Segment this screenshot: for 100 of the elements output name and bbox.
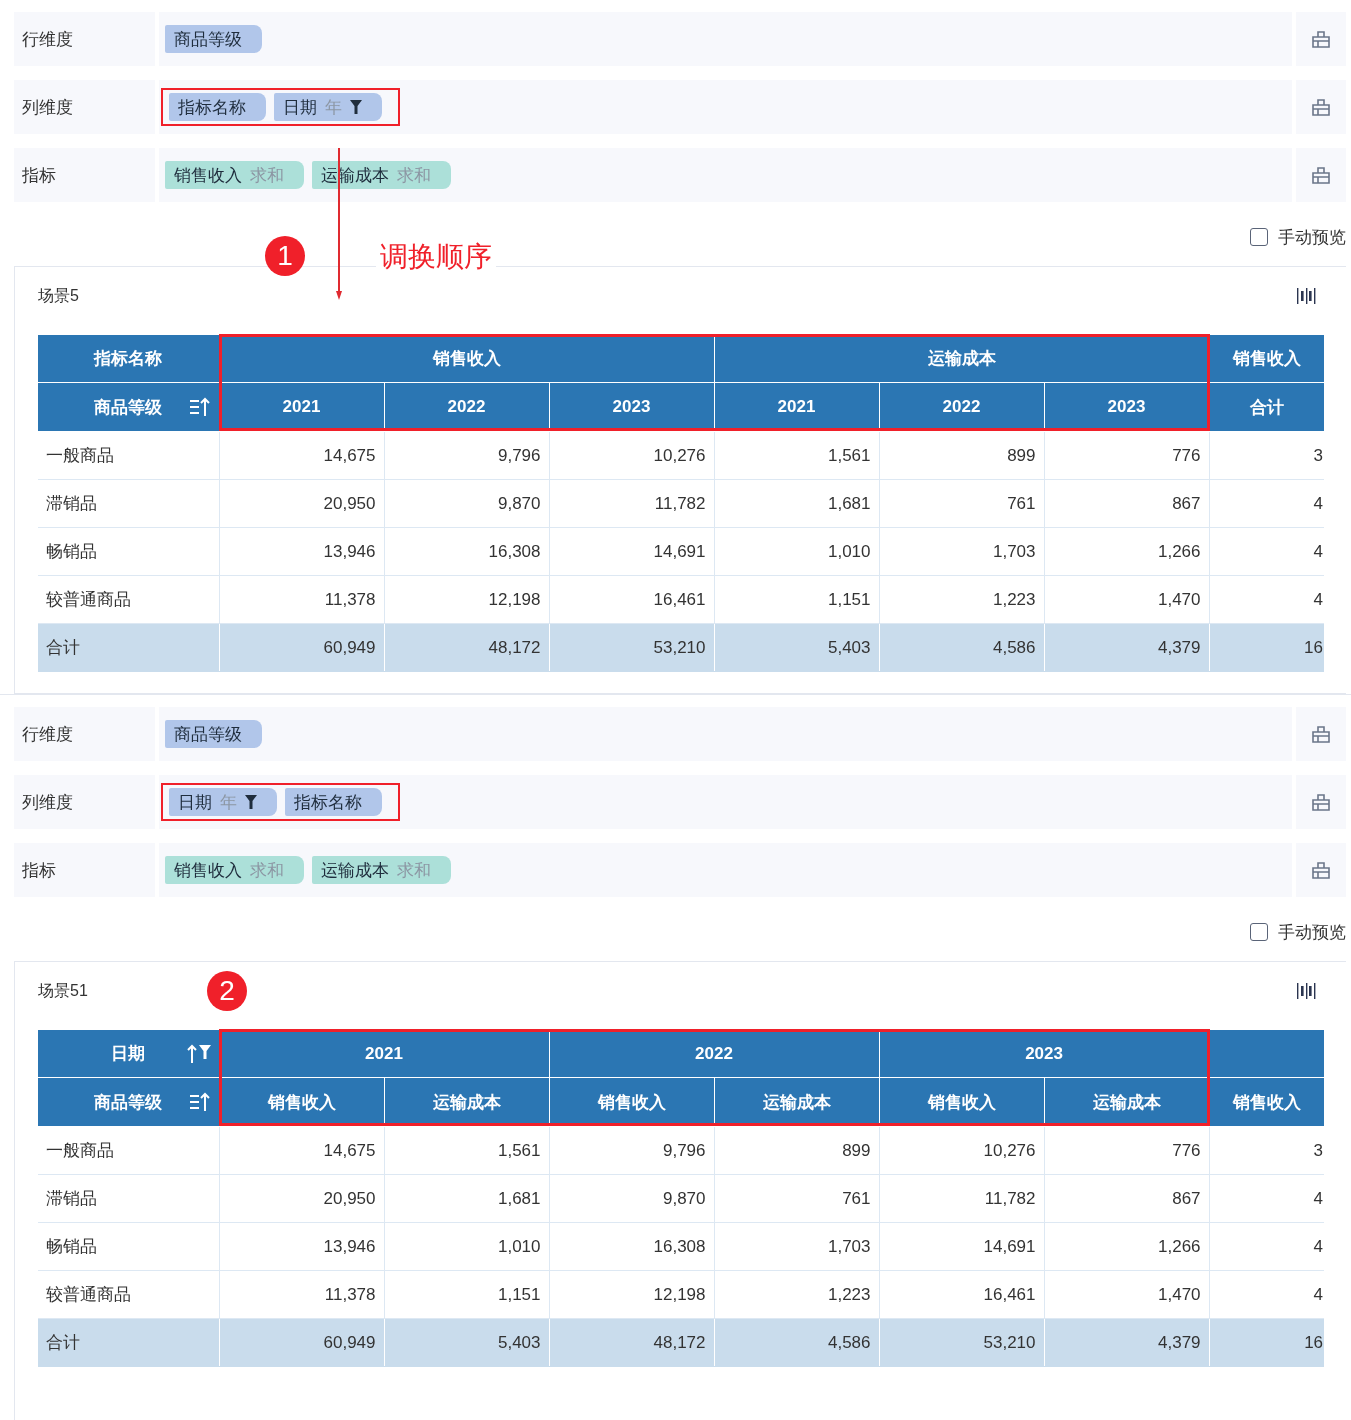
checkbox-label[interactable]: 手动预览 (1278, 225, 1346, 249)
table-cell: 16,461 (879, 1270, 1045, 1319)
table-cell: 761 (879, 479, 1044, 528)
field-chip[interactable]: 商品等级 (165, 720, 262, 748)
box-icon[interactable] (1311, 860, 1331, 880)
table-cell: 14,675 (219, 431, 384, 480)
table-cell: 13,946 (219, 527, 384, 576)
filter-icon[interactable] (245, 795, 257, 809)
sort-icon[interactable] (188, 1092, 211, 1112)
field-chip[interactable]: 销售收入 求和 (165, 161, 304, 189)
row-label: 滞销品 (38, 479, 219, 528)
total-cell: 16 (1209, 1318, 1325, 1367)
table-cell: 12,198 (549, 1270, 714, 1319)
table-cell: 9,870 (549, 1174, 714, 1223)
column-header: 销售收入 (219, 335, 714, 383)
table-cell: 20,950 (219, 479, 384, 528)
row-label: 行维度 (22, 28, 73, 51)
field-chip[interactable]: 商品等级 (165, 25, 262, 53)
total-cell: 16 (1209, 623, 1324, 672)
field-chip[interactable]: 指标名称 (169, 93, 266, 121)
column-header: 2023 (879, 1030, 1210, 1078)
row-label: 一般商品 (38, 431, 219, 480)
table-cell: 776 (1044, 1126, 1210, 1175)
field-chip[interactable]: 日期 年 (274, 93, 382, 121)
table-cell: 13,946 (219, 1222, 384, 1271)
table-cell: 1,681 (384, 1174, 549, 1223)
box-icon[interactable] (1311, 724, 1331, 744)
total-cell: 5,403 (714, 623, 879, 672)
checkbox[interactable] (1250, 923, 1268, 941)
box-icon[interactable] (1311, 792, 1331, 812)
sort-icon[interactable] (186, 1043, 197, 1064)
table-cell: 9,796 (549, 1126, 714, 1175)
table-cell: 1,151 (714, 575, 879, 624)
table-cell: 9,796 (384, 431, 549, 480)
column-header: 销售收入 (1209, 335, 1324, 383)
table-cell: 1,151 (384, 1270, 549, 1319)
field-chip[interactable]: 运输成本 求和 (312, 856, 451, 884)
table-cell: 899 (714, 1126, 880, 1175)
column-header: 销售收入 (1209, 1077, 1325, 1127)
table-cell: 16,308 (549, 1222, 714, 1271)
row-label: 指标 (22, 164, 56, 187)
table-cell: 1,010 (384, 1222, 549, 1271)
table-cell: 867 (1044, 479, 1209, 528)
total-cell: 48,172 (549, 1318, 714, 1367)
box-icon[interactable] (1311, 97, 1331, 117)
table-cell: 1,681 (714, 479, 879, 528)
row-label: 指标 (22, 859, 56, 882)
total-cell: 53,210 (879, 1318, 1045, 1367)
header-label: 商品等级 (94, 396, 163, 419)
field-chip[interactable]: 日期 年 (169, 788, 277, 816)
step-marker: 1 (265, 236, 305, 276)
table-cell: 11,782 (879, 1174, 1045, 1223)
table-cell: 1,703 (879, 527, 1044, 576)
checkbox[interactable] (1250, 228, 1268, 246)
table-cell: 1,266 (1044, 527, 1209, 576)
column-header: 合计 (1209, 382, 1324, 432)
table-cell: 16,461 (549, 575, 714, 624)
filter-icon[interactable] (198, 1043, 211, 1060)
table-cell: 1,561 (384, 1126, 549, 1175)
row-label: 一般商品 (38, 1126, 219, 1175)
table-cell: 1,703 (714, 1222, 880, 1271)
row-label: 行维度 (22, 723, 73, 746)
box-icon[interactable] (1311, 165, 1331, 185)
column-header: 2022 (549, 1030, 880, 1078)
row-label: 畅销品 (38, 1222, 219, 1271)
table-cell: 1,223 (879, 575, 1044, 624)
column-header: 2021 (219, 1030, 549, 1078)
checkbox-label[interactable]: 手动预览 (1278, 920, 1346, 944)
total-label: 合计 (38, 1318, 219, 1367)
bars-icon[interactable] (1296, 286, 1316, 306)
total-cell: 48,172 (384, 623, 549, 672)
row-label: 滞销品 (38, 1174, 219, 1223)
step-marker: 2 (207, 971, 247, 1011)
header-label: 日期 (111, 1043, 146, 1065)
bars-icon[interactable] (1296, 981, 1316, 1001)
total-cell: 60,949 (219, 623, 384, 672)
table-cell: 10,276 (879, 1126, 1045, 1175)
total-cell: 4,379 (1044, 1318, 1210, 1367)
box-icon[interactable] (1311, 29, 1331, 49)
table-cell: 1,266 (1044, 1222, 1210, 1271)
table-cell: 14,675 (219, 1126, 384, 1175)
table-cell: 9,870 (384, 479, 549, 528)
table-cell: 14,691 (879, 1222, 1045, 1271)
table-cell: 12,198 (384, 575, 549, 624)
filter-icon[interactable] (350, 100, 362, 114)
table-cell: 899 (879, 431, 1044, 480)
row-label: 较普通商品 (38, 1270, 219, 1319)
table-cell: 776 (1044, 431, 1209, 480)
total-cell: 5,403 (384, 1318, 549, 1367)
total-cell: 4,586 (714, 1318, 880, 1367)
table-cell: 16,308 (384, 527, 549, 576)
field-chip[interactable]: 指标名称 (285, 788, 382, 816)
field-chip[interactable]: 销售收入 求和 (165, 856, 304, 884)
table-cell: 14,691 (549, 527, 714, 576)
row-label: 畅销品 (38, 527, 219, 576)
table-cell: 10,276 (549, 431, 714, 480)
header-label: 指标名称 (94, 348, 163, 370)
table-cell: 1,223 (714, 1270, 880, 1319)
total-label: 合计 (38, 623, 219, 672)
sort-icon[interactable] (188, 397, 211, 417)
